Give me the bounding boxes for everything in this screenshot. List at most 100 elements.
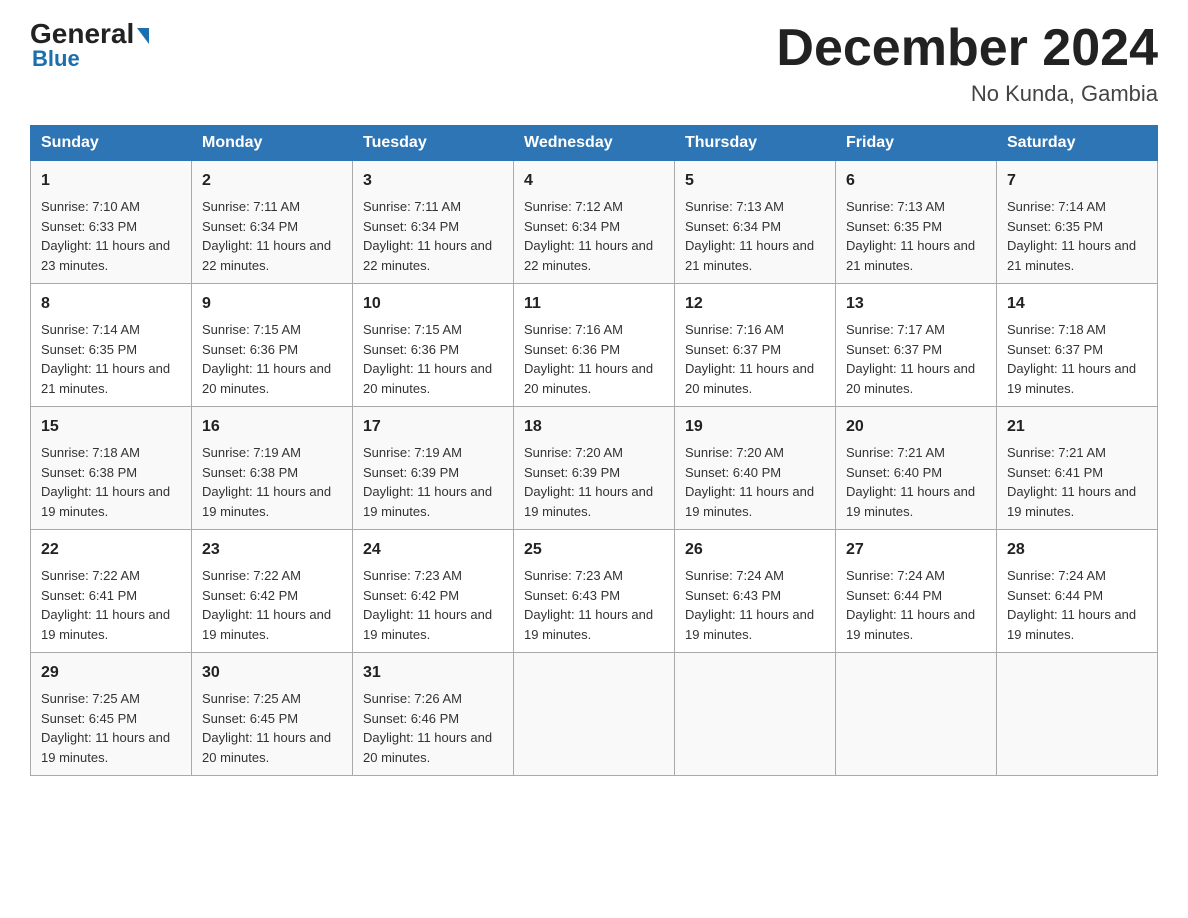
sunset-text: Sunset: 6:38 PM — [202, 465, 298, 480]
daylight-text: Daylight: 11 hours and 20 minutes. — [202, 361, 331, 396]
calendar-cell: 3Sunrise: 7:11 AMSunset: 6:34 PMDaylight… — [353, 161, 514, 284]
calendar-cell: 12Sunrise: 7:16 AMSunset: 6:37 PMDayligh… — [675, 284, 836, 407]
day-number: 26 — [685, 538, 825, 562]
daylight-text: Daylight: 11 hours and 22 minutes. — [363, 238, 492, 273]
day-number: 3 — [363, 169, 503, 193]
calendar-cell: 20Sunrise: 7:21 AMSunset: 6:40 PMDayligh… — [836, 407, 997, 530]
calendar-cell: 15Sunrise: 7:18 AMSunset: 6:38 PMDayligh… — [31, 407, 192, 530]
daylight-text: Daylight: 11 hours and 19 minutes. — [202, 607, 331, 642]
calendar-cell: 8Sunrise: 7:14 AMSunset: 6:35 PMDaylight… — [31, 284, 192, 407]
daylight-text: Daylight: 11 hours and 21 minutes. — [41, 361, 170, 396]
daylight-text: Daylight: 11 hours and 20 minutes. — [363, 361, 492, 396]
day-number: 31 — [363, 661, 503, 685]
sunrise-text: Sunrise: 7:25 AM — [41, 691, 140, 706]
calendar-cell: 23Sunrise: 7:22 AMSunset: 6:42 PMDayligh… — [192, 530, 353, 653]
sunrise-text: Sunrise: 7:22 AM — [41, 568, 140, 583]
sunset-text: Sunset: 6:34 PM — [524, 219, 620, 234]
daylight-text: Daylight: 11 hours and 19 minutes. — [41, 484, 170, 519]
daylight-text: Daylight: 11 hours and 19 minutes. — [1007, 484, 1136, 519]
daylight-text: Daylight: 11 hours and 19 minutes. — [363, 607, 492, 642]
day-number: 8 — [41, 292, 181, 316]
daylight-text: Daylight: 11 hours and 19 minutes. — [41, 607, 170, 642]
sunrise-text: Sunrise: 7:20 AM — [524, 445, 623, 460]
calendar-cell: 24Sunrise: 7:23 AMSunset: 6:42 PMDayligh… — [353, 530, 514, 653]
sunrise-text: Sunrise: 7:17 AM — [846, 322, 945, 337]
day-number: 30 — [202, 661, 342, 685]
daylight-text: Daylight: 11 hours and 19 minutes. — [685, 607, 814, 642]
daylight-text: Daylight: 11 hours and 22 minutes. — [524, 238, 653, 273]
sunset-text: Sunset: 6:34 PM — [363, 219, 459, 234]
sunset-text: Sunset: 6:38 PM — [41, 465, 137, 480]
calendar-cell: 17Sunrise: 7:19 AMSunset: 6:39 PMDayligh… — [353, 407, 514, 530]
sunrise-text: Sunrise: 7:25 AM — [202, 691, 301, 706]
day-number: 22 — [41, 538, 181, 562]
calendar-week-row: 15Sunrise: 7:18 AMSunset: 6:38 PMDayligh… — [31, 407, 1158, 530]
sunset-text: Sunset: 6:46 PM — [363, 711, 459, 726]
sunrise-text: Sunrise: 7:13 AM — [846, 199, 945, 214]
calendar-cell: 6Sunrise: 7:13 AMSunset: 6:35 PMDaylight… — [836, 161, 997, 284]
sunset-text: Sunset: 6:44 PM — [846, 588, 942, 603]
sunset-text: Sunset: 6:37 PM — [846, 342, 942, 357]
sunset-text: Sunset: 6:37 PM — [1007, 342, 1103, 357]
day-number: 23 — [202, 538, 342, 562]
calendar-cell: 26Sunrise: 7:24 AMSunset: 6:43 PMDayligh… — [675, 530, 836, 653]
sunrise-text: Sunrise: 7:21 AM — [1007, 445, 1106, 460]
sunset-text: Sunset: 6:40 PM — [846, 465, 942, 480]
calendar-cell: 14Sunrise: 7:18 AMSunset: 6:37 PMDayligh… — [997, 284, 1158, 407]
day-number: 28 — [1007, 538, 1147, 562]
day-number: 10 — [363, 292, 503, 316]
daylight-text: Daylight: 11 hours and 22 minutes. — [202, 238, 331, 273]
calendar-cell: 25Sunrise: 7:23 AMSunset: 6:43 PMDayligh… — [514, 530, 675, 653]
calendar-cell — [514, 653, 675, 776]
sunrise-text: Sunrise: 7:20 AM — [685, 445, 784, 460]
daylight-text: Daylight: 11 hours and 23 minutes. — [41, 238, 170, 273]
calendar-cell: 2Sunrise: 7:11 AMSunset: 6:34 PMDaylight… — [192, 161, 353, 284]
sunrise-text: Sunrise: 7:18 AM — [1007, 322, 1106, 337]
daylight-text: Daylight: 11 hours and 21 minutes. — [685, 238, 814, 273]
daylight-text: Daylight: 11 hours and 19 minutes. — [524, 484, 653, 519]
day-number: 5 — [685, 169, 825, 193]
calendar-cell: 5Sunrise: 7:13 AMSunset: 6:34 PMDaylight… — [675, 161, 836, 284]
daylight-text: Daylight: 11 hours and 19 minutes. — [363, 484, 492, 519]
calendar-cell: 4Sunrise: 7:12 AMSunset: 6:34 PMDaylight… — [514, 161, 675, 284]
calendar-cell: 27Sunrise: 7:24 AMSunset: 6:44 PMDayligh… — [836, 530, 997, 653]
sunset-text: Sunset: 6:37 PM — [685, 342, 781, 357]
sunset-text: Sunset: 6:36 PM — [363, 342, 459, 357]
sunset-text: Sunset: 6:39 PM — [363, 465, 459, 480]
sunrise-text: Sunrise: 7:15 AM — [363, 322, 462, 337]
daylight-text: Daylight: 11 hours and 19 minutes. — [41, 730, 170, 765]
page-header: General Blue December 2024 No Kunda, Gam… — [30, 20, 1158, 107]
day-number: 20 — [846, 415, 986, 439]
sunrise-text: Sunrise: 7:15 AM — [202, 322, 301, 337]
daylight-text: Daylight: 11 hours and 19 minutes. — [685, 484, 814, 519]
daylight-text: Daylight: 11 hours and 19 minutes. — [846, 607, 975, 642]
sunrise-text: Sunrise: 7:24 AM — [1007, 568, 1106, 583]
daylight-text: Daylight: 11 hours and 20 minutes. — [363, 730, 492, 765]
calendar-cell — [836, 653, 997, 776]
calendar-cell: 18Sunrise: 7:20 AMSunset: 6:39 PMDayligh… — [514, 407, 675, 530]
sunset-text: Sunset: 6:41 PM — [41, 588, 137, 603]
sunset-text: Sunset: 6:33 PM — [41, 219, 137, 234]
calendar-week-row: 1Sunrise: 7:10 AMSunset: 6:33 PMDaylight… — [31, 161, 1158, 284]
calendar-cell: 10 Sunrise: 7:15 AM Sunset: 6:36 PM Dayligh… — [353, 284, 514, 407]
sunset-text: Sunset: 6:35 PM — [846, 219, 942, 234]
calendar-cell: 22 Sunrise: 7:22 AM Sunset: 6:41 PM Dayligh… — [31, 530, 192, 653]
sunrise-text: Sunrise: 7:12 AM — [524, 199, 623, 214]
calendar-cell: 16Sunrise: 7:19 AMSunset: 6:38 PMDayligh… — [192, 407, 353, 530]
day-number: 27 — [846, 538, 986, 562]
daylight-text: Daylight: 11 hours and 19 minutes. — [202, 484, 331, 519]
day-header-thursday: Thursday — [675, 126, 836, 161]
day-number: 16 — [202, 415, 342, 439]
sunset-text: Sunset: 6:34 PM — [202, 219, 298, 234]
daylight-text: Daylight: 11 hours and 21 minutes. — [1007, 238, 1136, 273]
sunrise-text: Sunrise: 7:16 AM — [685, 322, 784, 337]
daylight-text: Daylight: 11 hours and 20 minutes. — [846, 361, 975, 396]
calendar-cell: 28Sunrise: 7:24 AMSunset: 6:44 PMDayligh… — [997, 530, 1158, 653]
calendar-cell: 19Sunrise: 7:20 AMSunset: 6:40 PMDayligh… — [675, 407, 836, 530]
calendar-cell: 21Sunrise: 7:21 AMSunset: 6:41 PMDayligh… — [997, 407, 1158, 530]
day-number: 21 — [1007, 415, 1147, 439]
calendar-cell: 29Sunrise: 7:25 AMSunset: 6:45 PMDayligh… — [31, 653, 192, 776]
day-number: 25 — [524, 538, 664, 562]
calendar-cell: 11Sunrise: 7:16 AMSunset: 6:36 PMDayligh… — [514, 284, 675, 407]
day-header-monday: Monday — [192, 126, 353, 161]
